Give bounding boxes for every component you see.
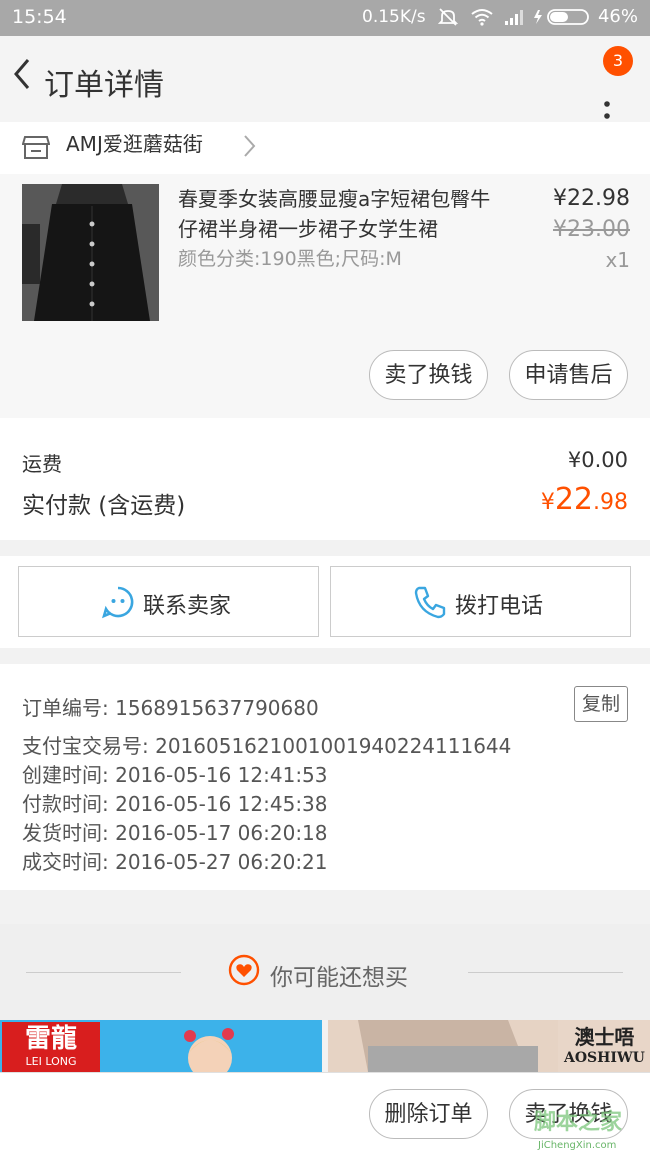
- order-info-section: 订单编号: 1568915637790680 支付宝交易号: 201605162…: [0, 664, 650, 890]
- mute-icon: [438, 8, 458, 26]
- after-sale-button[interactable]: 申请售后: [509, 350, 628, 400]
- wifi-icon: [471, 9, 493, 26]
- recommend-title: 你可能还想买: [270, 965, 408, 991]
- brand1-cn: 雷龍: [24, 1024, 77, 1054]
- total-label: 实付款 (含运费): [22, 493, 186, 519]
- order-item[interactable]: 春夏季女装高腰显瘦a字短裙包臀牛仔裙半身裙一步裙子女学生裙 颜色分类:190黑色…: [0, 174, 650, 418]
- status-time: 15:54: [12, 6, 67, 28]
- back-arrow-icon[interactable]: [10, 54, 34, 94]
- copy-order-number-button[interactable]: 复制: [574, 686, 628, 722]
- heart-icon: [228, 954, 260, 986]
- paid-time: 付款时间: 2016-05-16 12:45:38: [22, 792, 328, 816]
- shop-row[interactable]: AMJ爱逛蘑菇街: [0, 122, 650, 174]
- delete-order-button[interactable]: 删除订单: [369, 1089, 488, 1139]
- site-watermark: 脚本之家: [534, 1110, 623, 1135]
- call-phone-button[interactable]: 拨打电话: [330, 566, 631, 637]
- status-battery: 46%: [597, 6, 638, 27]
- shipping-value: ¥0.00: [567, 448, 628, 472]
- notification-badge: 3: [603, 46, 633, 76]
- divider-right: [468, 972, 623, 973]
- chat-face-icon: [101, 586, 134, 619]
- phone-icon: [414, 586, 446, 619]
- child-photo-icon: [184, 1028, 234, 1072]
- shop-name: AMJ爱逛蘑菇街: [66, 132, 203, 156]
- brand-logo-leilong: 雷龍 LEI LONG: [2, 1022, 100, 1072]
- call-phone-label: 拨打电话: [455, 594, 544, 619]
- brand2-en: AOSHIWU: [564, 1050, 645, 1066]
- status-bar: 15:54 0.15K/s 46%: [0, 0, 650, 36]
- product-title[interactable]: 春夏季女装高腰显瘦a字短裙包臀牛仔裙半身裙一步裙子女学生裙: [178, 184, 508, 244]
- shipped-time: 发货时间: 2016-05-17 06:20:18: [22, 821, 328, 845]
- recommend-header: 你可能还想买: [0, 924, 650, 1020]
- recommended-product-1[interactable]: 雷龍 LEI LONG: [0, 1020, 322, 1072]
- total-currency: ¥: [540, 490, 555, 515]
- product-price: ¥22.98: [553, 186, 630, 211]
- order-number: 订单编号: 1568915637790680: [22, 696, 319, 720]
- battery-charging-icon: [534, 9, 589, 25]
- total-amount: ¥22.98: [541, 482, 628, 517]
- shipping-label: 运费: [22, 452, 62, 476]
- chevron-right-icon: [244, 135, 256, 157]
- fee-section: 运费 ¥0.00 实付款 (含运费) ¥22.98: [0, 418, 650, 540]
- page-title: 订单详情: [44, 68, 164, 103]
- shop-icon: [22, 136, 50, 159]
- nav-bar: 订单详情 3: [0, 36, 650, 131]
- alipay-trade-number: 支付宝交易号: 2016051621001001940224111644: [22, 734, 512, 758]
- contact-seller-label: 联系卖家: [143, 594, 232, 619]
- product-thumbnail[interactable]: [22, 184, 159, 321]
- total-integer: 22: [554, 482, 593, 517]
- product-quantity: x1: [605, 248, 630, 272]
- recommended-product-2[interactable]: 澳士唔 AOSHIWU: [328, 1020, 650, 1072]
- signal-icon: [505, 10, 523, 25]
- divider-left: [26, 972, 181, 973]
- brand1-en: LEI LONG: [25, 1055, 77, 1068]
- completed-time: 成交时间: 2016-05-27 06:20:21: [22, 850, 328, 874]
- brand-logo-aoshiwu: 澳士唔 AOSHIWU: [564, 1024, 645, 1066]
- skirt-photo-icon: [22, 184, 159, 321]
- status-network-speed: 0.15K/s: [362, 7, 426, 27]
- contact-seller-button[interactable]: 联系卖家: [18, 566, 319, 637]
- resell-button[interactable]: 卖了换钱: [369, 350, 488, 400]
- total-decimal: .98: [593, 490, 628, 515]
- product-original-price: ¥23.00: [553, 217, 630, 242]
- site-watermark-url: JiChengXin.com: [538, 1140, 617, 1151]
- contact-section: 联系卖家 拨打电话: [0, 556, 650, 648]
- brand2-cn: 澳士唔: [574, 1025, 635, 1049]
- product-sku: 颜色分类:190黑色;尺码:M: [178, 248, 402, 270]
- legwear-photo-icon: [328, 1020, 558, 1072]
- created-time: 创建时间: 2016-05-16 12:41:53: [22, 763, 328, 787]
